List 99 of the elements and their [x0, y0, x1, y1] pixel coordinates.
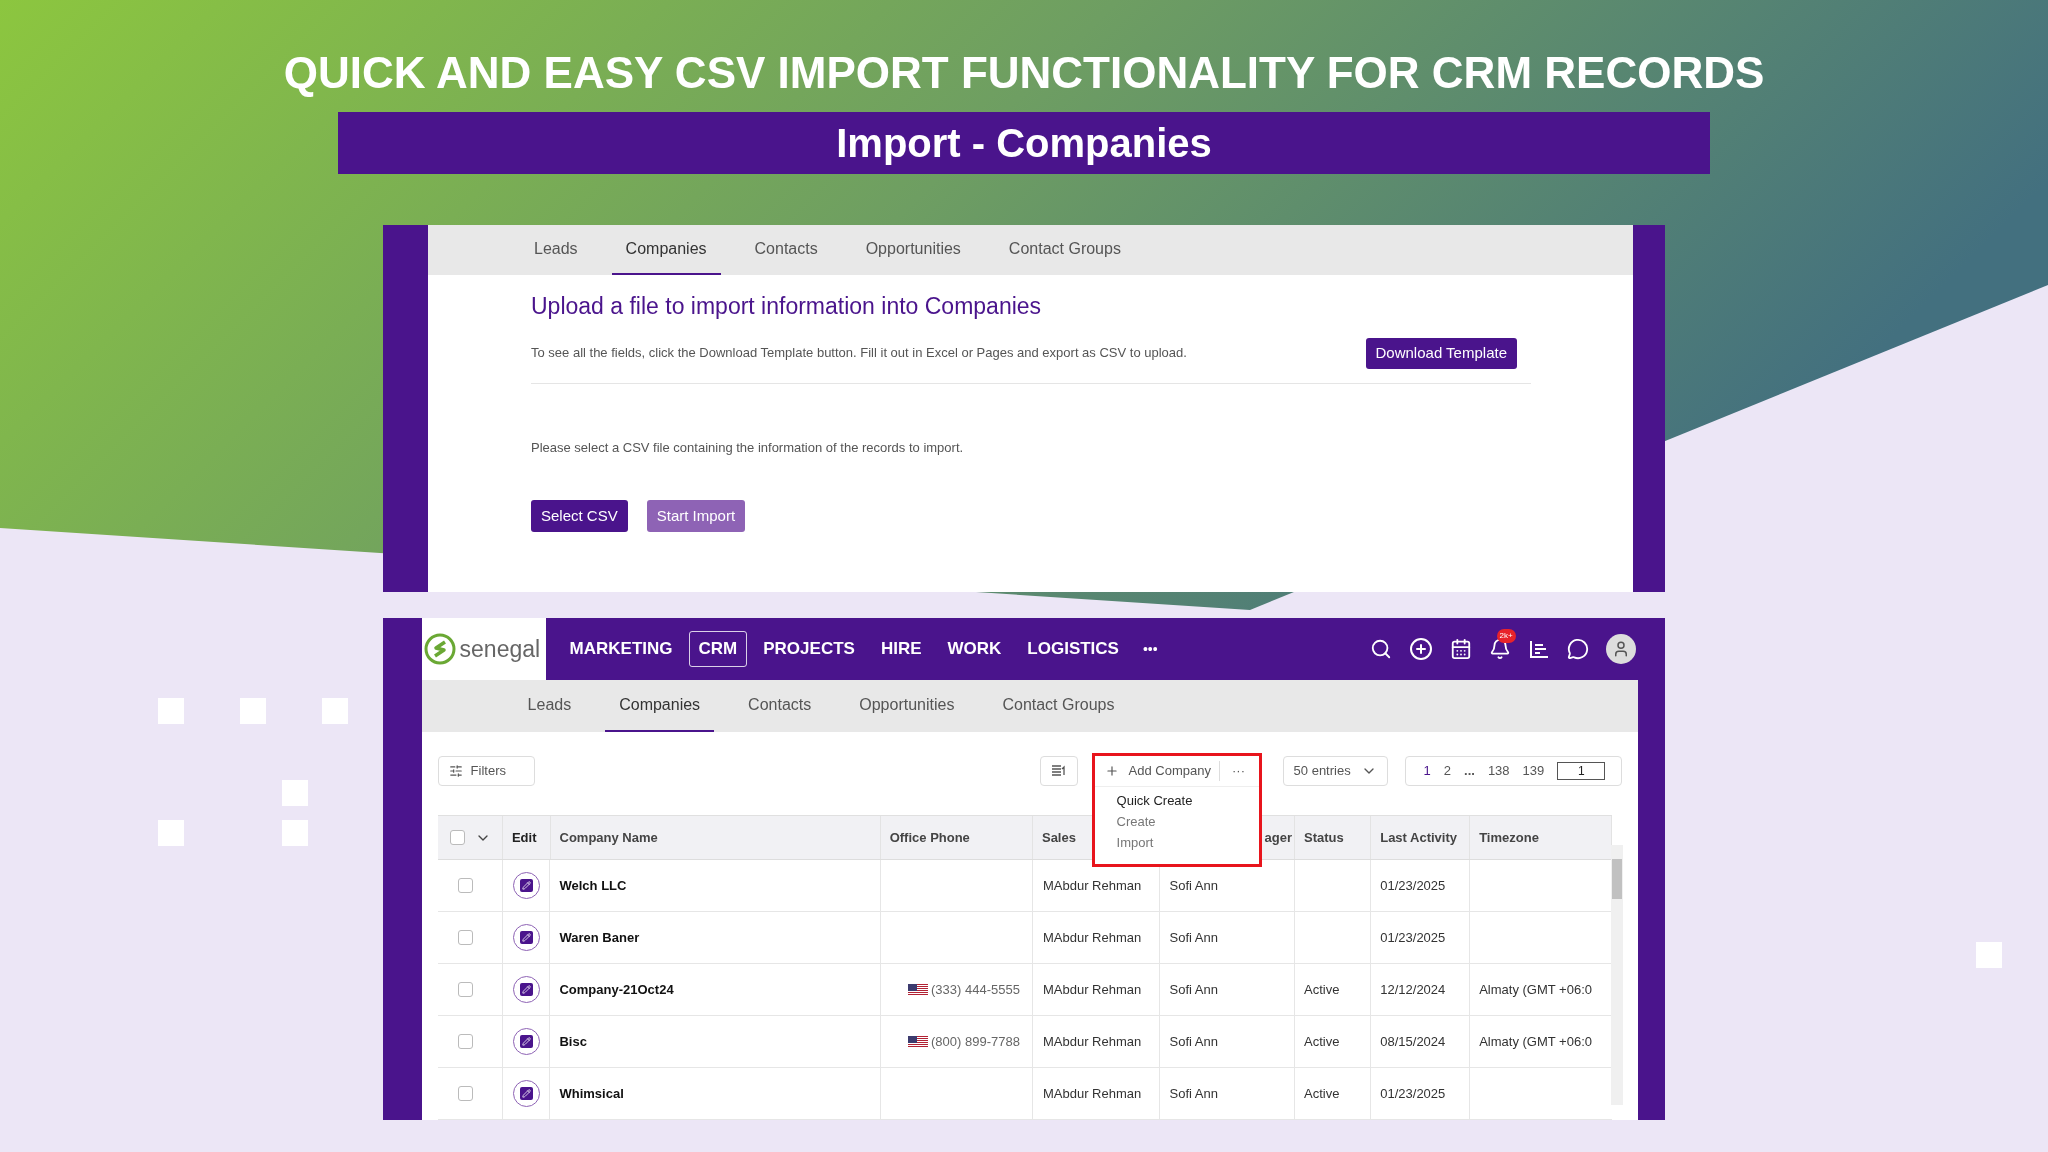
column-header: Office Phone [889, 828, 970, 847]
notification-icon[interactable] [1488, 638, 1511, 661]
filters-button[interactable]: Filters [437, 756, 535, 786]
table-cell-text: Active [1304, 1032, 1340, 1051]
column-header: Sales [1041, 828, 1076, 847]
flag-icon [908, 983, 929, 996]
table-cell-text: MAbdur Rehman [1042, 876, 1142, 895]
search-icon[interactable] [1369, 638, 1392, 661]
table-cell-text: Active [1304, 980, 1340, 999]
tab[interactable]: Leads [520, 225, 592, 275]
page-link[interactable]: 138 [1487, 761, 1510, 781]
table-cell-text: 01/23/2025 [1380, 1084, 1446, 1103]
select-prompt-text: Please select a CSV file containing the information of the records to import. [531, 438, 965, 457]
table-cell-text: MAbdur Rehman [1042, 928, 1142, 947]
more-nav-button[interactable]: ••• [1134, 638, 1166, 660]
page-link[interactable]: 139 [1522, 761, 1545, 781]
more-options-button[interactable]: ··· [1219, 761, 1245, 781]
checkbox[interactable] [449, 830, 465, 845]
table-cell-text: (333) 444-5555 [931, 980, 1020, 999]
table-cell-text: Active [1304, 1084, 1340, 1103]
checkbox[interactable] [457, 982, 473, 997]
page-link[interactable]: 2 [1443, 761, 1452, 781]
tab[interactable]: Companies [611, 225, 721, 275]
upload-title: Upload a file to import information into Companies [531, 292, 1043, 321]
instructions-text: To see all the fields, click the Download Template button. Fill it out in Excel or Pages and export as CSV to upload. [531, 344, 1187, 363]
entries-select[interactable]: 50 entries [1282, 756, 1388, 786]
add-icon[interactable] [1408, 637, 1433, 662]
table-cell-text: MAbdur Rehman [1042, 1032, 1142, 1051]
table-cell-text: 01/23/2025 [1380, 876, 1446, 895]
column-header: Company Name [559, 828, 658, 847]
flag-icon [908, 1035, 929, 1048]
menu-item[interactable]: Create [1116, 813, 1259, 831]
checkbox[interactable] [457, 878, 473, 893]
tab[interactable]: Contact Groups [988, 680, 1129, 732]
filter-icon [448, 764, 463, 778]
list-icon [1050, 764, 1067, 778]
menu-item[interactable]: Quick Create [1116, 792, 1259, 810]
nav-item[interactable]: LOGISTICS [1017, 631, 1129, 668]
table-cell-text: 01/23/2025 [1380, 928, 1446, 947]
edit-icon [521, 881, 531, 890]
column-header: Edit [511, 828, 537, 847]
table-cell-text: Company-21Oct24 [559, 980, 674, 999]
table-cell-text: Sofi Ann [1169, 980, 1218, 999]
tab[interactable]: Leads [513, 680, 586, 732]
columns-button[interactable] [1039, 756, 1078, 786]
column-header: Timezone [1479, 828, 1539, 847]
tab[interactable]: Companies [605, 680, 715, 732]
chat-icon[interactable] [1566, 638, 1589, 661]
tab[interactable]: Contacts [734, 680, 826, 732]
table-cell-text: Almaty (GMT +06:0 [1479, 1032, 1592, 1051]
column-header: Status [1304, 828, 1344, 847]
table-cell-text: Sofi Ann [1169, 1084, 1218, 1103]
edit-icon [521, 985, 531, 994]
table-cell-text: MAbdur Rehman [1042, 1084, 1142, 1103]
table-cell-text: Whimsical [559, 1084, 624, 1103]
tab[interactable]: Opportunities [851, 225, 975, 275]
action-button[interactable]: Select CSV [531, 500, 628, 532]
notification-badge: 2k+ [1496, 629, 1516, 644]
checkbox[interactable] [457, 930, 473, 945]
edit-icon [521, 933, 531, 942]
table-cell-text: Sofi Ann [1169, 1032, 1218, 1051]
table-cell-text: 08/15/2024 [1380, 1032, 1446, 1051]
edit-icon [521, 1037, 531, 1046]
nav-item[interactable]: WORK [937, 631, 1012, 668]
add-company-button[interactable]: Add Company [1094, 761, 1220, 781]
nav-item[interactable]: HIRE [870, 631, 932, 668]
title-banner: Import - Companies [338, 112, 1710, 174]
table-cell-text: Sofi Ann [1169, 876, 1218, 895]
column-header: ager [1264, 828, 1292, 847]
logo-text: senegal [459, 634, 541, 664]
checkbox[interactable] [457, 1034, 473, 1049]
edit-icon [521, 1089, 531, 1098]
column-header: Last Activity [1380, 828, 1458, 847]
table-cell-text: Bisc [559, 1032, 587, 1051]
checkbox[interactable] [457, 1086, 473, 1101]
avatar[interactable] [1605, 634, 1636, 665]
table-cell-text: MAbdur Rehman [1042, 980, 1142, 999]
table-cell-text: Waren Baner [559, 928, 640, 947]
download-template-button[interactable]: Download Template [1365, 337, 1517, 369]
table-cell-text: Sofi Ann [1169, 928, 1218, 947]
table-cell-text: Almaty (GMT +06:0 [1479, 980, 1592, 999]
tab[interactable]: Opportunities [845, 680, 969, 732]
nav-item[interactable]: PROJECTS [753, 631, 865, 668]
nav-item[interactable]: CRM [688, 631, 748, 668]
table-cell-text: (800) 899-7788 [931, 1032, 1020, 1051]
tab[interactable]: Contacts [740, 225, 832, 275]
table-cell-text: Welch LLC [559, 876, 627, 895]
plus-icon [1104, 764, 1119, 778]
page-ellipsis: ... [1464, 762, 1475, 781]
logo-icon [423, 633, 456, 666]
page-input[interactable]: 1 [1557, 762, 1606, 780]
page-link[interactable]: 1 [1423, 761, 1431, 781]
nav-item[interactable]: MARKETING [559, 631, 683, 668]
headline: QUICK AND EASY CSV IMPORT FUNCTIONALITY FOR CRM RECORDS [283, 48, 1765, 98]
chart-icon[interactable] [1527, 638, 1550, 661]
table-cell-text: 12/12/2024 [1380, 980, 1446, 999]
tab[interactable]: Contact Groups [994, 225, 1135, 275]
calendar-icon[interactable] [1449, 638, 1472, 661]
menu-item[interactable]: Import [1116, 834, 1259, 852]
